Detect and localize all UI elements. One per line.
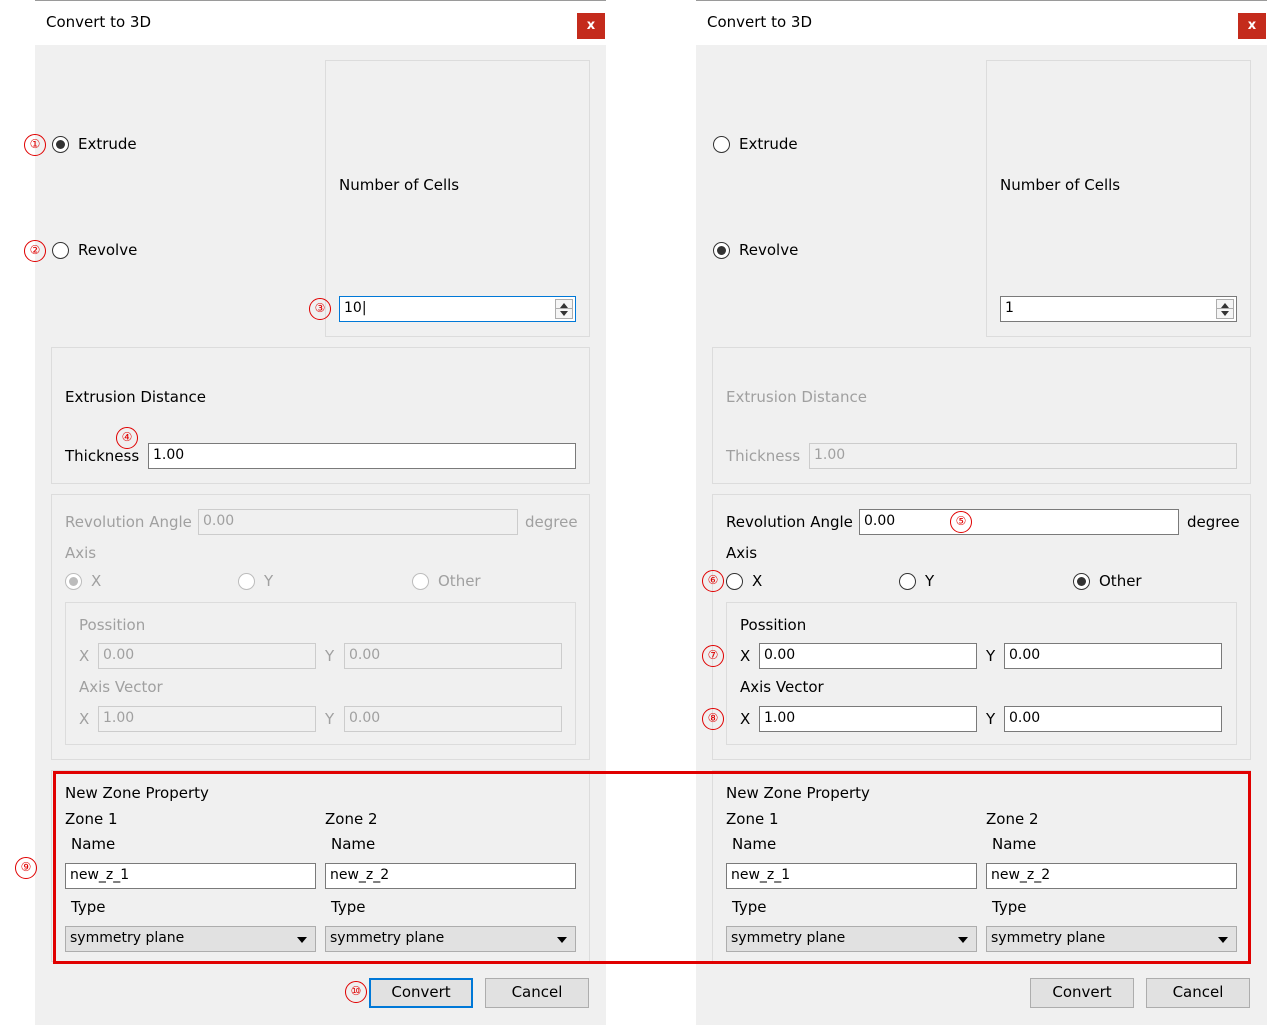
title-bar: Convert to 3D x <box>35 0 606 45</box>
vec-y-input[interactable]: 0.00 <box>344 706 562 732</box>
marker-5: ⑤ <box>950 511 972 533</box>
title-bar: Convert to 3D x <box>696 0 1267 45</box>
revolution-angle-input[interactable]: 0.00 <box>198 509 518 535</box>
extrude-radio[interactable] <box>713 136 730 153</box>
axis-y-label: Y <box>925 572 935 590</box>
extrude-label: Extrude <box>739 135 798 153</box>
thickness-input[interactable]: 1.00 <box>148 443 576 469</box>
marker-8: ⑧ <box>702 708 724 730</box>
spin-down-icon[interactable] <box>1221 311 1229 316</box>
convert-button[interactable]: Convert <box>369 978 473 1008</box>
vec-x-input[interactable]: 1.00 <box>759 706 977 732</box>
revolve-label: Revolve <box>739 241 799 259</box>
axis-y-radio[interactable] <box>238 573 255 590</box>
axis-x-label: X <box>752 572 763 590</box>
number-of-cells-input[interactable]: 10| <box>339 296 576 322</box>
degree-label: degree <box>525 513 578 531</box>
extrusion-distance-label: Extrusion Distance <box>65 388 206 406</box>
thickness-label: Thickness <box>65 447 140 465</box>
pos-x-input[interactable]: 0.00 <box>759 643 977 669</box>
axis-x-radio[interactable] <box>726 573 743 590</box>
radio-dot <box>69 577 78 586</box>
number-of-cells-value: 10 <box>344 300 362 316</box>
vec-y-label: Y <box>986 710 996 728</box>
axis-other-radio[interactable] <box>412 573 429 590</box>
extrude-radio[interactable] <box>52 136 69 153</box>
vec-x-label: X <box>740 710 751 728</box>
vec-y-label: Y <box>325 710 335 728</box>
pos-x-label: X <box>740 647 751 665</box>
dialog-title: Convert to 3D <box>46 13 151 31</box>
thickness-label: Thickness <box>726 447 801 465</box>
marker-10: ⑩ <box>345 981 367 1003</box>
possition-label: Possition <box>740 616 807 634</box>
thickness-input[interactable]: 1.00 <box>809 443 1237 469</box>
marker-7: ⑦ <box>702 645 724 667</box>
cancel-button[interactable]: Cancel <box>485 978 589 1008</box>
possition-label: Possition <box>79 616 146 634</box>
radio-dot <box>56 140 65 149</box>
pos-x-label: X <box>79 647 90 665</box>
axis-vector-label: Axis Vector <box>740 678 824 696</box>
axis-other-radio[interactable] <box>1073 573 1090 590</box>
axis-vector-label: Axis Vector <box>79 678 163 696</box>
revolve-radio[interactable] <box>52 242 69 259</box>
axis-x-label: X <box>91 572 102 590</box>
pos-y-label: Y <box>986 647 996 665</box>
marker-4: ④ <box>116 427 138 449</box>
radio-dot <box>717 246 726 255</box>
marker-2: ② <box>24 240 46 262</box>
axis-y-label: Y <box>264 572 274 590</box>
revolution-angle-input[interactable]: 0.00 <box>859 509 1179 535</box>
spin-divider <box>1217 308 1233 309</box>
degree-label: degree <box>1187 513 1240 531</box>
number-of-cells-input[interactable]: 1 <box>1000 296 1237 322</box>
revolution-angle-label: Revolution Angle <box>726 513 853 531</box>
dialog-title: Convert to 3D <box>707 13 812 31</box>
vec-x-input[interactable]: 1.00 <box>98 706 316 732</box>
marker-1: ① <box>24 134 46 156</box>
extrude-label: Extrude <box>78 135 137 153</box>
axis-other-label: Other <box>438 572 481 590</box>
cancel-button[interactable]: Cancel <box>1146 978 1250 1008</box>
vec-y-input[interactable]: 0.00 <box>1004 706 1222 732</box>
zone-property-highlight-box <box>53 771 1251 964</box>
axis-y-radio[interactable] <box>899 573 916 590</box>
number-of-cells-label: Number of Cells <box>1000 176 1121 194</box>
number-of-cells-value: 1 <box>1005 300 1014 316</box>
number-of-cells-label: Number of Cells <box>339 176 460 194</box>
pos-y-input[interactable]: 0.00 <box>344 643 562 669</box>
spin-divider <box>556 308 572 309</box>
spin-down-icon[interactable] <box>560 311 568 316</box>
vec-x-label: X <box>79 710 90 728</box>
revolve-label: Revolve <box>78 241 138 259</box>
extrusion-distance-label: Extrusion Distance <box>726 388 867 406</box>
marker-3: ③ <box>309 298 331 320</box>
pos-y-input[interactable]: 0.00 <box>1004 643 1222 669</box>
number-of-cells-spinner[interactable] <box>555 299 573 319</box>
axis-other-label: Other <box>1099 572 1142 590</box>
pos-x-input[interactable]: 0.00 <box>98 643 316 669</box>
revolve-radio[interactable] <box>713 242 730 259</box>
close-button[interactable]: x <box>1238 13 1266 39</box>
axis-label: Axis <box>65 544 97 562</box>
marker-6: ⑥ <box>702 570 724 592</box>
marker-9: ⑨ <box>15 857 37 879</box>
number-of-cells-spinner[interactable] <box>1216 299 1234 319</box>
convert-button[interactable]: Convert <box>1030 978 1134 1008</box>
radio-dot <box>1077 577 1086 586</box>
pos-y-label: Y <box>325 647 335 665</box>
revolution-angle-label: Revolution Angle <box>65 513 192 531</box>
axis-label: Axis <box>726 544 758 562</box>
axis-x-radio[interactable] <box>65 573 82 590</box>
close-button[interactable]: x <box>577 13 605 39</box>
